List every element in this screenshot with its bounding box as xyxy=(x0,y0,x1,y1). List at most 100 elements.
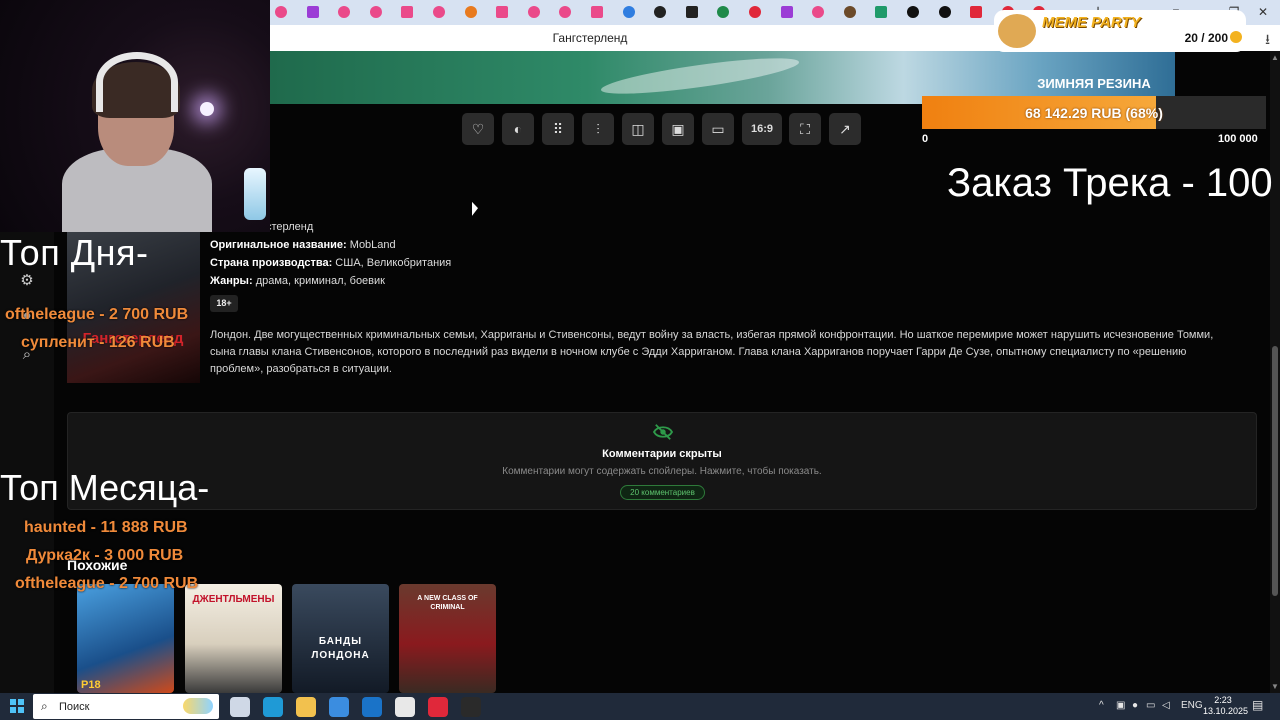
meta-original-title-value: MobLand xyxy=(349,239,396,251)
close-icon[interactable]: ✕ xyxy=(1250,3,1276,21)
favicon-13-icon[interactable] xyxy=(654,6,667,18)
meta-country-label: Страна производства: xyxy=(210,257,333,269)
meme-party-count: 20 / 200 xyxy=(1184,31,1228,45)
microphone-icon[interactable]: ● xyxy=(1132,700,1138,711)
external-link-icon: ↗ xyxy=(839,120,851,137)
coin-icon xyxy=(1230,31,1242,43)
favicon-18-icon[interactable] xyxy=(812,6,825,18)
clock[interactable]: 2:23 13.10.2025 xyxy=(1203,695,1249,717)
similar-caption-3: БАНДЫ ЛОНДОНА xyxy=(311,636,370,661)
pip-button[interactable]: ▭ xyxy=(702,113,734,145)
yandex-icon[interactable] xyxy=(428,697,448,717)
favicon-3-icon[interactable] xyxy=(338,6,351,18)
top-day-entry: oftheleague - 2 700 RUB xyxy=(5,306,189,323)
edge-icon[interactable] xyxy=(263,697,283,717)
scroll-down-icon[interactable]: ▼ xyxy=(1271,682,1279,691)
download-icon[interactable]: ⭳ xyxy=(1265,29,1270,53)
comments-subtitle: Комментарии могут содержать спойлеры. На… xyxy=(502,466,822,477)
comments-title: Комментарии скрыты xyxy=(602,448,722,460)
comments-spoiler-box[interactable]: Комментарии скрыты Комментарии могут сод… xyxy=(67,412,1257,510)
meta-genres: Жанры: драма, криминал, боевик xyxy=(210,275,385,287)
network-icon[interactable]: ▭ xyxy=(1146,700,1155,711)
top-month-entry: haunted - 11 888 RUB xyxy=(24,519,188,536)
similar-poster-2[interactable]: ДЖЕНТЛЬМЕНЫ xyxy=(185,584,282,693)
favicon-23-icon[interactable] xyxy=(970,6,983,18)
similar-caption-1: Р18 xyxy=(81,679,101,691)
night-mode-button[interactable]: ◐ xyxy=(502,113,534,145)
webcam-overlay xyxy=(0,0,270,232)
favicon-16-icon[interactable] xyxy=(749,6,761,18)
pip-icon: ▭ xyxy=(711,120,725,137)
yandex-browser-icon[interactable] xyxy=(395,697,415,717)
picture-icon: ▣ xyxy=(671,120,685,137)
favicon-8-icon[interactable] xyxy=(496,6,509,18)
meme-party-title: MEME PARTY xyxy=(1042,14,1141,31)
page-scrollbar[interactable]: ▲ ▼ xyxy=(1270,51,1280,693)
donation-goal-min: 0 xyxy=(922,133,929,145)
favicon-6-icon[interactable] xyxy=(433,6,445,18)
fullscreen-icon: ⛶ xyxy=(800,120,810,137)
mirror-button[interactable]: ◫ xyxy=(622,113,654,145)
search-icon: ⌕ xyxy=(41,699,48,713)
taskbar-search-input[interactable]: ⌕ Поиск xyxy=(33,694,219,719)
favicon-15-icon[interactable] xyxy=(717,6,730,18)
favicon-10-icon[interactable] xyxy=(559,6,572,18)
similar-poster-4[interactable]: A NEW CLASS OF CRIMINAL xyxy=(399,584,496,693)
favicon-20-icon[interactable] xyxy=(875,6,888,18)
waveform-icon: ⫶ xyxy=(596,120,600,137)
meta-original-title: Оригинальное название: MobLand xyxy=(210,239,396,251)
picture-button[interactable]: ▣ xyxy=(662,113,694,145)
file-explorer-icon[interactable] xyxy=(296,697,316,717)
language-indicator[interactable]: ENG xyxy=(1181,700,1203,711)
track-order-banner: Заказ Трека - 100 xyxy=(947,161,1273,205)
favicon-22-icon[interactable] xyxy=(938,6,951,18)
favorite-button[interactable]: ♡ xyxy=(462,113,494,145)
comments-count-badge[interactable]: 20 комментариев xyxy=(620,485,705,500)
outlook-icon[interactable] xyxy=(362,697,382,717)
blur-button[interactable]: ⠿ xyxy=(542,113,574,145)
favicon-9-icon[interactable] xyxy=(527,6,540,18)
obs-icon[interactable] xyxy=(461,697,481,717)
fullscreen-button[interactable]: ⛶ xyxy=(789,113,821,145)
similar-poster-3[interactable]: БАНДЫ ЛОНДОНА xyxy=(292,584,389,693)
favicon-14-icon[interactable] xyxy=(685,6,698,18)
favicon-21-icon[interactable] xyxy=(907,6,919,18)
scroll-thumb[interactable] xyxy=(1272,346,1278,596)
clock-date: 13.10.2025 xyxy=(1203,706,1249,716)
open-external-button[interactable]: ↗ xyxy=(829,113,861,145)
meta-country-value: США, Великобритания xyxy=(335,257,452,269)
similar-caption-4: A NEW CLASS OF CRIMINAL xyxy=(417,595,478,611)
favicon-5-icon[interactable] xyxy=(401,6,414,18)
volume-icon[interactable]: ◁ xyxy=(1162,700,1170,711)
moon-icon: ◐ xyxy=(513,121,523,137)
tray-app-icon[interactable]: ▣ xyxy=(1116,700,1125,711)
heart-icon: ♡ xyxy=(471,120,485,137)
donation-goal-title: ЗИМНЯЯ РЕЗИНА xyxy=(1037,76,1151,91)
movie-description: Лондон. Две могущественных криминальных … xyxy=(210,329,1214,375)
tray-chevron-icon[interactable]: ^ xyxy=(1099,700,1104,711)
favicon-11-icon[interactable] xyxy=(591,6,603,18)
favicon-12-icon[interactable] xyxy=(622,6,635,18)
audio-button[interactable]: ⫶ xyxy=(582,113,614,145)
scroll-up-icon[interactable]: ▲ xyxy=(1271,53,1279,62)
favicon-1-icon[interactable] xyxy=(275,6,287,18)
favicon-2-icon[interactable] xyxy=(306,6,319,18)
windows-start-icon[interactable] xyxy=(10,699,24,713)
top-month-entry: oftheleague - 2 700 RUB xyxy=(15,575,199,592)
similar-poster-1[interactable]: Р18 xyxy=(77,584,174,693)
store-icon[interactable] xyxy=(329,697,349,717)
favicon-17-icon[interactable] xyxy=(780,6,793,18)
aspect-ratio-button[interactable]: 16:9 xyxy=(742,113,782,145)
donation-goal-max: 100 000 xyxy=(1218,133,1258,145)
meta-country: Страна производства: США, Великобритания xyxy=(210,257,451,269)
notifications-icon[interactable]: ▤ xyxy=(1252,698,1263,712)
task-view-icon[interactable] xyxy=(230,697,250,717)
site-sidebar xyxy=(0,231,54,693)
top-day-title: Топ Дня- xyxy=(0,232,149,273)
page-title: Гангстерленд xyxy=(552,31,628,45)
taskbar-search-placeholder: Поиск xyxy=(59,701,90,713)
favicon-7-icon[interactable] xyxy=(464,6,477,18)
favicon-4-icon[interactable] xyxy=(369,6,382,18)
favicon-19-icon[interactable] xyxy=(843,6,856,18)
donation-goal-value: 68 142.29 RUB (68%) xyxy=(1025,105,1163,121)
